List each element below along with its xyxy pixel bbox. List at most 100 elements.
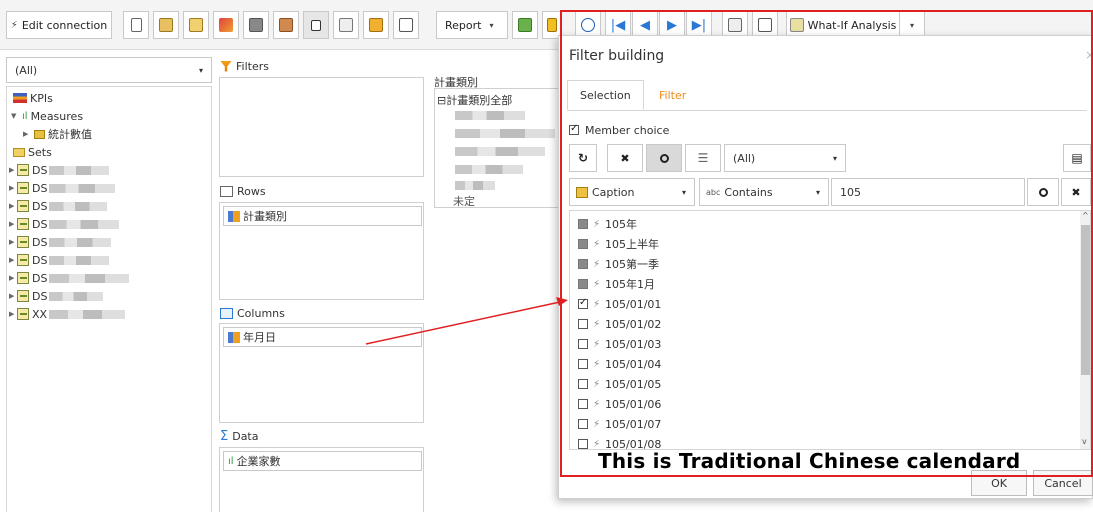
dimension-icon <box>17 254 29 266</box>
tree-item-ds[interactable]: ▶ DS <box>9 233 112 251</box>
folder-icon <box>13 147 25 157</box>
tree-item-label: DS <box>32 271 48 285</box>
export-button[interactable] <box>183 11 209 39</box>
tree-item-kpis[interactable]: KPIs <box>13 89 53 107</box>
columns-section-title: Columns <box>220 305 285 321</box>
columns-title: Columns <box>237 306 285 320</box>
tree-item-label: Measures <box>30 109 84 123</box>
funnel-icon <box>219 18 233 32</box>
columns-field-label: 年月日 <box>243 331 276 344</box>
redacted-text <box>49 219 120 229</box>
annotation-caption: This is Traditional Chinese calendard <box>598 449 1021 473</box>
tree-item-ds[interactable]: ▶ DS <box>9 251 110 269</box>
collapsed-triangle-icon: ▶ <box>9 220 15 228</box>
data-field-chip[interactable]: ıl 企業家數 <box>223 451 422 471</box>
redacted-text <box>455 181 495 190</box>
cube-filter-value: (All) <box>15 63 38 77</box>
new-report-button[interactable] <box>123 11 149 39</box>
data-drop-zone[interactable]: ıl 企業家數 <box>219 447 424 512</box>
funnel-icon <box>220 60 232 72</box>
data-section-title: Σ Data <box>220 428 258 444</box>
cursor-icon <box>311 19 321 31</box>
dimension-icon <box>17 200 29 212</box>
tree-item-measures[interactable]: ▼ ıl Measures <box>11 107 83 125</box>
clock-icon <box>547 18 557 32</box>
redacted-text <box>455 111 525 120</box>
annotation-highlight-box <box>560 10 1093 477</box>
drill-icon <box>339 18 353 32</box>
layout-tool-button[interactable] <box>393 11 419 39</box>
edit-connection-button[interactable]: ⚡ Edit connection <box>6 11 112 39</box>
chevron-down-icon: ▾ <box>198 65 203 75</box>
tree-item-xx[interactable]: ▶ XX <box>9 305 126 323</box>
tree-item-label: DS <box>32 253 48 267</box>
columns-field-chip[interactable]: 年月日 <box>223 327 422 347</box>
tree-item-label: Sets <box>28 145 52 159</box>
columns-drop-zone[interactable]: 年月日 <box>219 323 424 423</box>
tree-item-label: DS <box>32 199 48 213</box>
tree-item-ds[interactable]: ▶ DS <box>9 197 108 215</box>
sigma-icon: Σ <box>220 428 229 444</box>
bar-chart-icon: ıl <box>228 455 234 467</box>
dimension-icon <box>17 218 29 230</box>
tree-item-ds[interactable]: ▶ DS <box>9 269 130 287</box>
table-view-button[interactable] <box>512 11 538 39</box>
redacted-text <box>49 255 110 265</box>
tree-item-label: KPIs <box>30 91 53 105</box>
tree-item-ds[interactable]: ▶ DS <box>9 287 104 305</box>
tree-item-label: DS <box>32 217 48 231</box>
filters-title: Filters <box>236 59 269 73</box>
redacted-text <box>49 201 108 211</box>
report-label: Report <box>445 18 482 32</box>
bar-chart-icon: ıl <box>22 110 28 122</box>
hierarchy-icon <box>228 210 240 222</box>
collapsed-triangle-icon: ▶ <box>9 184 15 192</box>
redacted-text <box>49 165 110 175</box>
tree-item-sets[interactable]: Sets <box>13 143 52 161</box>
export-icon <box>189 18 203 32</box>
preview-root-item[interactable]: ⊟計畫類別全部 <box>437 92 512 108</box>
chart-tool-button[interactable] <box>273 11 299 39</box>
pivot-tool-button[interactable] <box>243 11 269 39</box>
drill-tool-button[interactable] <box>333 11 359 39</box>
dimension-icon <box>17 164 29 176</box>
chevron-down-icon: ▾ <box>489 20 494 30</box>
highlight-icon <box>369 18 383 32</box>
dimension-icon <box>17 182 29 194</box>
import-button[interactable] <box>153 11 179 39</box>
tree-item-ds[interactable]: ▶ DS <box>9 179 116 197</box>
layout-icon <box>399 18 413 32</box>
cursor-tool-button[interactable] <box>303 11 329 39</box>
tree-item-label: DS <box>32 235 48 249</box>
tree-item-measure-folder[interactable]: ▶ 統計數值 <box>23 125 92 143</box>
tree-item-label: DS <box>32 289 48 303</box>
lightning-icon: ⚡ <box>10 19 18 31</box>
edit-connection-label: Edit connection <box>21 18 108 32</box>
preview-member-list: ⊟計畫類別全部 未定 <box>434 88 559 208</box>
hierarchy-icon <box>228 331 240 343</box>
tree-item-ds[interactable]: ▶ DS <box>9 161 110 179</box>
report-dropdown[interactable]: Report ▾ <box>436 11 508 39</box>
redacted-text <box>49 309 126 319</box>
chart-icon <box>279 18 293 32</box>
filter-tool-button[interactable] <box>213 11 239 39</box>
highlight-tool-button[interactable] <box>363 11 389 39</box>
metadata-tree: KPIs ▼ ıl Measures ▶ 統計數值 Sets ▶ DS ▶ DS… <box>6 86 212 512</box>
rows-drop-zone[interactable]: 計畫類別 <box>219 202 424 300</box>
table-icon <box>518 18 532 32</box>
data-field-label: 企業家數 <box>236 455 281 468</box>
collapsed-triangle-icon: ▶ <box>9 292 15 300</box>
tree-item-label: 統計數值 <box>48 128 92 141</box>
rows-title: Rows <box>237 184 266 198</box>
rows-field-chip[interactable]: 計畫類別 <box>223 206 422 226</box>
rows-icon <box>220 185 233 197</box>
collapsed-triangle-icon: ▶ <box>23 130 29 138</box>
filters-drop-zone[interactable] <box>219 77 424 177</box>
dimension-icon <box>17 236 29 248</box>
tree-item-ds[interactable]: ▶ DS <box>9 215 120 233</box>
rows-section-title: Rows <box>220 183 266 199</box>
cube-filter-select[interactable]: (All) ▾ <box>6 57 212 83</box>
dimension-icon <box>17 290 29 302</box>
data-title: Data <box>232 429 259 443</box>
redacted-text <box>49 237 112 247</box>
